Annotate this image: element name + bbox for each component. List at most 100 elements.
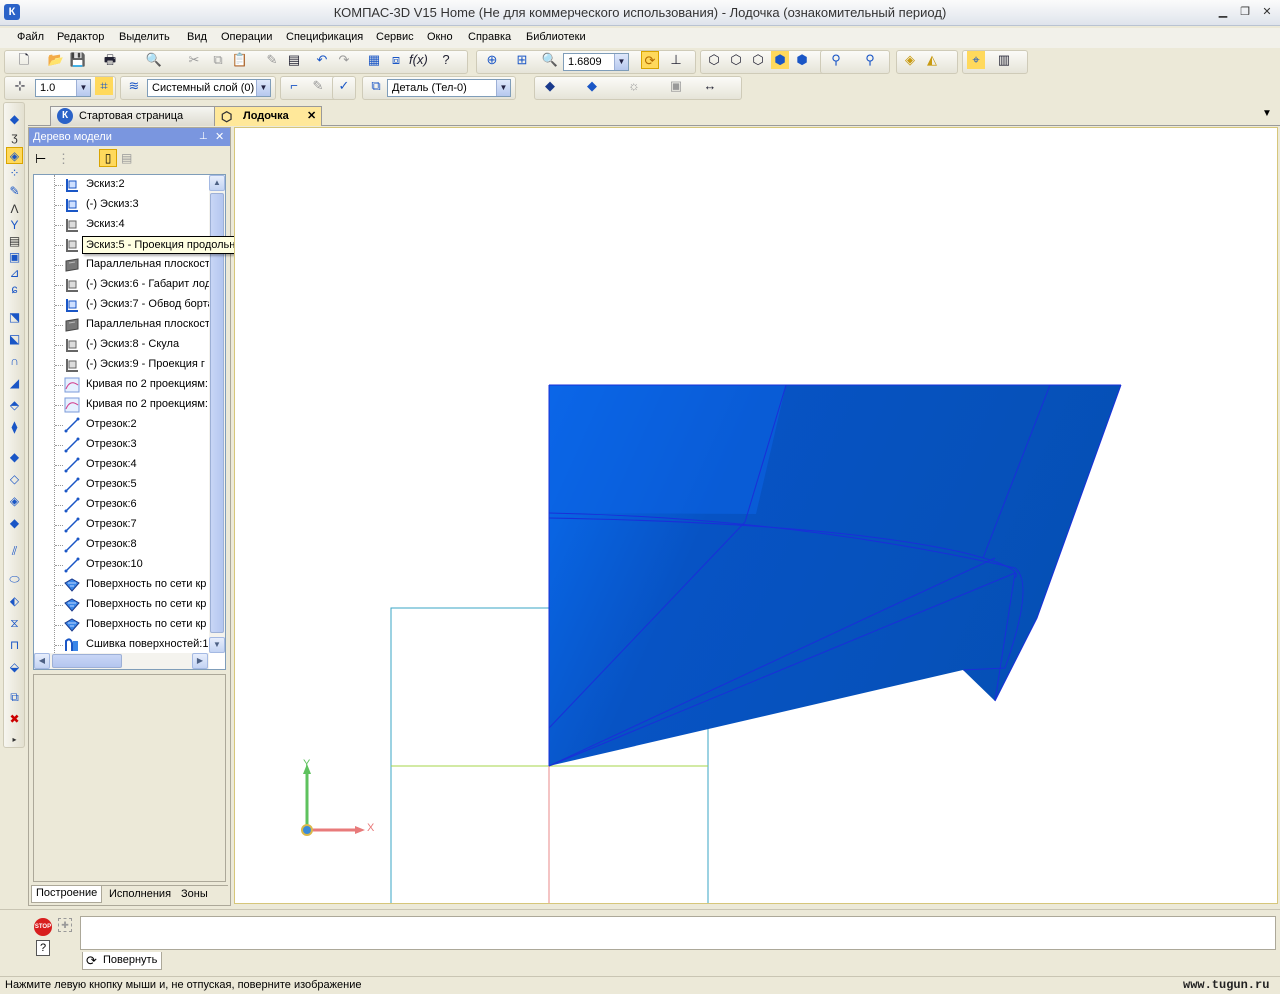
tree-item[interactable]: Отрезок:2: [34, 415, 212, 435]
tool-edit-part-icon[interactable]: ◆: [6, 111, 23, 128]
tree-item[interactable]: Поверхность по сети кр: [34, 615, 212, 635]
minimize-icon[interactable]: ▁: [1216, 6, 1230, 19]
stop-icon[interactable]: STOP: [34, 918, 52, 936]
tree-item[interactable]: (-) Эскиз:8 - Скула: [34, 335, 212, 355]
section-icon[interactable]: ▣: [667, 77, 685, 95]
tool-trim-icon[interactable]: ⫽: [6, 543, 23, 560]
zoom-icon[interactable]: 🔍: [541, 51, 559, 69]
help-cursor-icon[interactable]: ?: [437, 51, 455, 69]
menu-select[interactable]: Выделить: [119, 31, 170, 43]
tree-item[interactable]: Кривая по 2 проекциям:: [34, 375, 212, 395]
tool-patch-icon[interactable]: ⬘: [6, 397, 23, 414]
menu-libraries[interactable]: Библиотеки: [526, 31, 586, 43]
menu-service[interactable]: Сервис: [376, 31, 414, 43]
auto-create-icon[interactable]: ✚: [58, 918, 72, 932]
tree-hscrollbar[interactable]: ◀ ▶: [34, 653, 209, 669]
tool-sketch-icon[interactable]: Λ: [6, 201, 23, 218]
shaded-edges-icon[interactable]: ⬢: [793, 51, 811, 69]
open-folder-icon[interactable]: 📂: [47, 51, 65, 69]
thin-hidden-icon[interactable]: ⬡: [749, 51, 767, 69]
tool-ruled-icon[interactable]: ⬭: [6, 571, 23, 588]
menu-window[interactable]: Окно: [427, 31, 453, 43]
pin-icon[interactable]: ⊥: [199, 128, 208, 146]
zoom-fit-icon[interactable]: ⊞: [513, 51, 531, 69]
part-select[interactable]: Деталь (Тел-0) ▼: [387, 79, 511, 97]
model-view[interactable]: [235, 128, 1278, 904]
scroll-left-icon[interactable]: ◀: [34, 653, 50, 669]
tree-item[interactable]: Отрезок:4: [34, 455, 212, 475]
zoom-select[interactable]: 1.6809 ▼: [563, 53, 629, 71]
rotate-icon[interactable]: ⟳: [641, 51, 659, 69]
tree-sort-icon[interactable]: ⋮: [57, 151, 70, 167]
copy-icon[interactable]: ⧉: [209, 51, 227, 69]
tool-net-icon[interactable]: ⧫: [6, 419, 23, 436]
filter2-icon[interactable]: ⚲: [861, 51, 879, 69]
3d-viewport[interactable]: Y X: [234, 127, 1278, 904]
tree-view-icon[interactable]: ▯: [99, 149, 117, 167]
grid-snap-icon[interactable]: ⌗: [95, 77, 113, 95]
tool-restore-icon[interactable]: ⧖: [6, 615, 23, 632]
zoom-window-icon[interactable]: ⊕: [483, 51, 501, 69]
tool-more-icon[interactable]: ▸: [6, 731, 23, 748]
tool-spec-icon[interactable]: ▤: [6, 233, 23, 250]
scroll-thumb[interactable]: [210, 193, 224, 633]
tool-points-icon[interactable]: ⁘: [6, 165, 23, 182]
hscroll-thumb[interactable]: [52, 654, 122, 668]
help-icon[interactable]: ?: [36, 940, 50, 956]
orientation-icon[interactable]: ⊥: [667, 51, 685, 69]
cut-icon[interactable]: ✂: [185, 51, 203, 69]
panel-close-icon[interactable]: ✕: [215, 128, 224, 146]
tool-cut-surface-icon[interactable]: ⬖: [6, 593, 23, 610]
tree-item[interactable]: Сшивка поверхностей:1: [34, 635, 212, 655]
settings-icon[interactable]: ▥: [995, 51, 1013, 69]
tree-list-icon[interactable]: ▤: [121, 151, 132, 165]
cube-icon[interactable]: ◈: [901, 51, 919, 69]
tool-book-icon[interactable]: ⊓: [6, 637, 23, 654]
wireframe-icon[interactable]: ⬡: [705, 51, 723, 69]
menu-file[interactable]: Файл: [17, 31, 44, 43]
light-icon[interactable]: ☼: [625, 77, 643, 95]
tool-rotate-surface-icon[interactable]: ∩: [6, 353, 23, 370]
check-icon[interactable]: ✓: [335, 77, 353, 95]
snap-icon[interactable]: ⌖: [967, 51, 985, 69]
tab-executions[interactable]: Исполнения: [109, 888, 171, 900]
paste-icon[interactable]: 📋: [231, 51, 249, 69]
tree-item[interactable]: Параллельная плоскость: [34, 315, 212, 335]
tree-item[interactable]: Отрезок:3: [34, 435, 212, 455]
tab-start-page[interactable]: К Стартовая страница: [50, 106, 222, 126]
tool-stitch-icon[interactable]: ⧉: [6, 689, 23, 706]
tool-loft-icon[interactable]: ⬕: [6, 331, 23, 348]
tool-measure-icon[interactable]: ⊿: [6, 265, 23, 282]
tool-extend-icon[interactable]: ◆: [6, 515, 23, 532]
tree-item[interactable]: Поверхность по сети кр: [34, 595, 212, 615]
variables-icon[interactable]: ⧈: [387, 51, 405, 69]
tree-item[interactable]: Отрезок:7: [34, 515, 212, 535]
tool-delete-icon[interactable]: ✖: [6, 711, 23, 728]
color-icon[interactable]: ◆: [583, 77, 601, 95]
shaded-icon[interactable]: ⬢: [771, 51, 789, 69]
tabs-dropdown-icon[interactable]: ▼: [1262, 108, 1272, 119]
tool-hook-icon[interactable]: ɕ: [6, 281, 23, 298]
layer-select[interactable]: Системный слой (0) ▼: [147, 79, 271, 97]
tree-item[interactable]: Поверхность по сети кр: [34, 575, 212, 595]
tree-structure-icon[interactable]: ⊢: [35, 151, 46, 167]
menu-view[interactable]: Вид: [187, 31, 207, 43]
tree-item[interactable]: Параллельная плоскость: [34, 255, 212, 275]
tree-item[interactable]: Отрезок:5: [34, 475, 212, 495]
perspective-icon[interactable]: ◭: [923, 51, 941, 69]
material-icon[interactable]: ◆: [541, 77, 559, 95]
tab-close-icon[interactable]: ✕: [307, 107, 316, 125]
tool-surface-active-icon[interactable]: ◈: [6, 147, 23, 164]
tool-kinematic-icon[interactable]: ◢: [6, 375, 23, 392]
rotate-tab[interactable]: ⟳ Повернуть: [82, 952, 162, 970]
tab-build[interactable]: Построение: [31, 886, 103, 903]
tree-item[interactable]: Эскиз:4: [34, 215, 212, 235]
tool-grid-surface-icon[interactable]: ◈: [6, 493, 23, 510]
tool-filter-icon[interactable]: Y: [6, 217, 23, 234]
tree-item[interactable]: (-) Эскиз:3: [34, 195, 212, 215]
tool-plane-icon[interactable]: ◇: [6, 471, 23, 488]
scroll-down-icon[interactable]: ▼: [209, 637, 225, 653]
manager-icon[interactable]: ▦: [365, 51, 383, 69]
tab-boat[interactable]: ⬡ Лодочка ✕: [214, 106, 322, 126]
list-icon[interactable]: ▤: [285, 51, 303, 69]
